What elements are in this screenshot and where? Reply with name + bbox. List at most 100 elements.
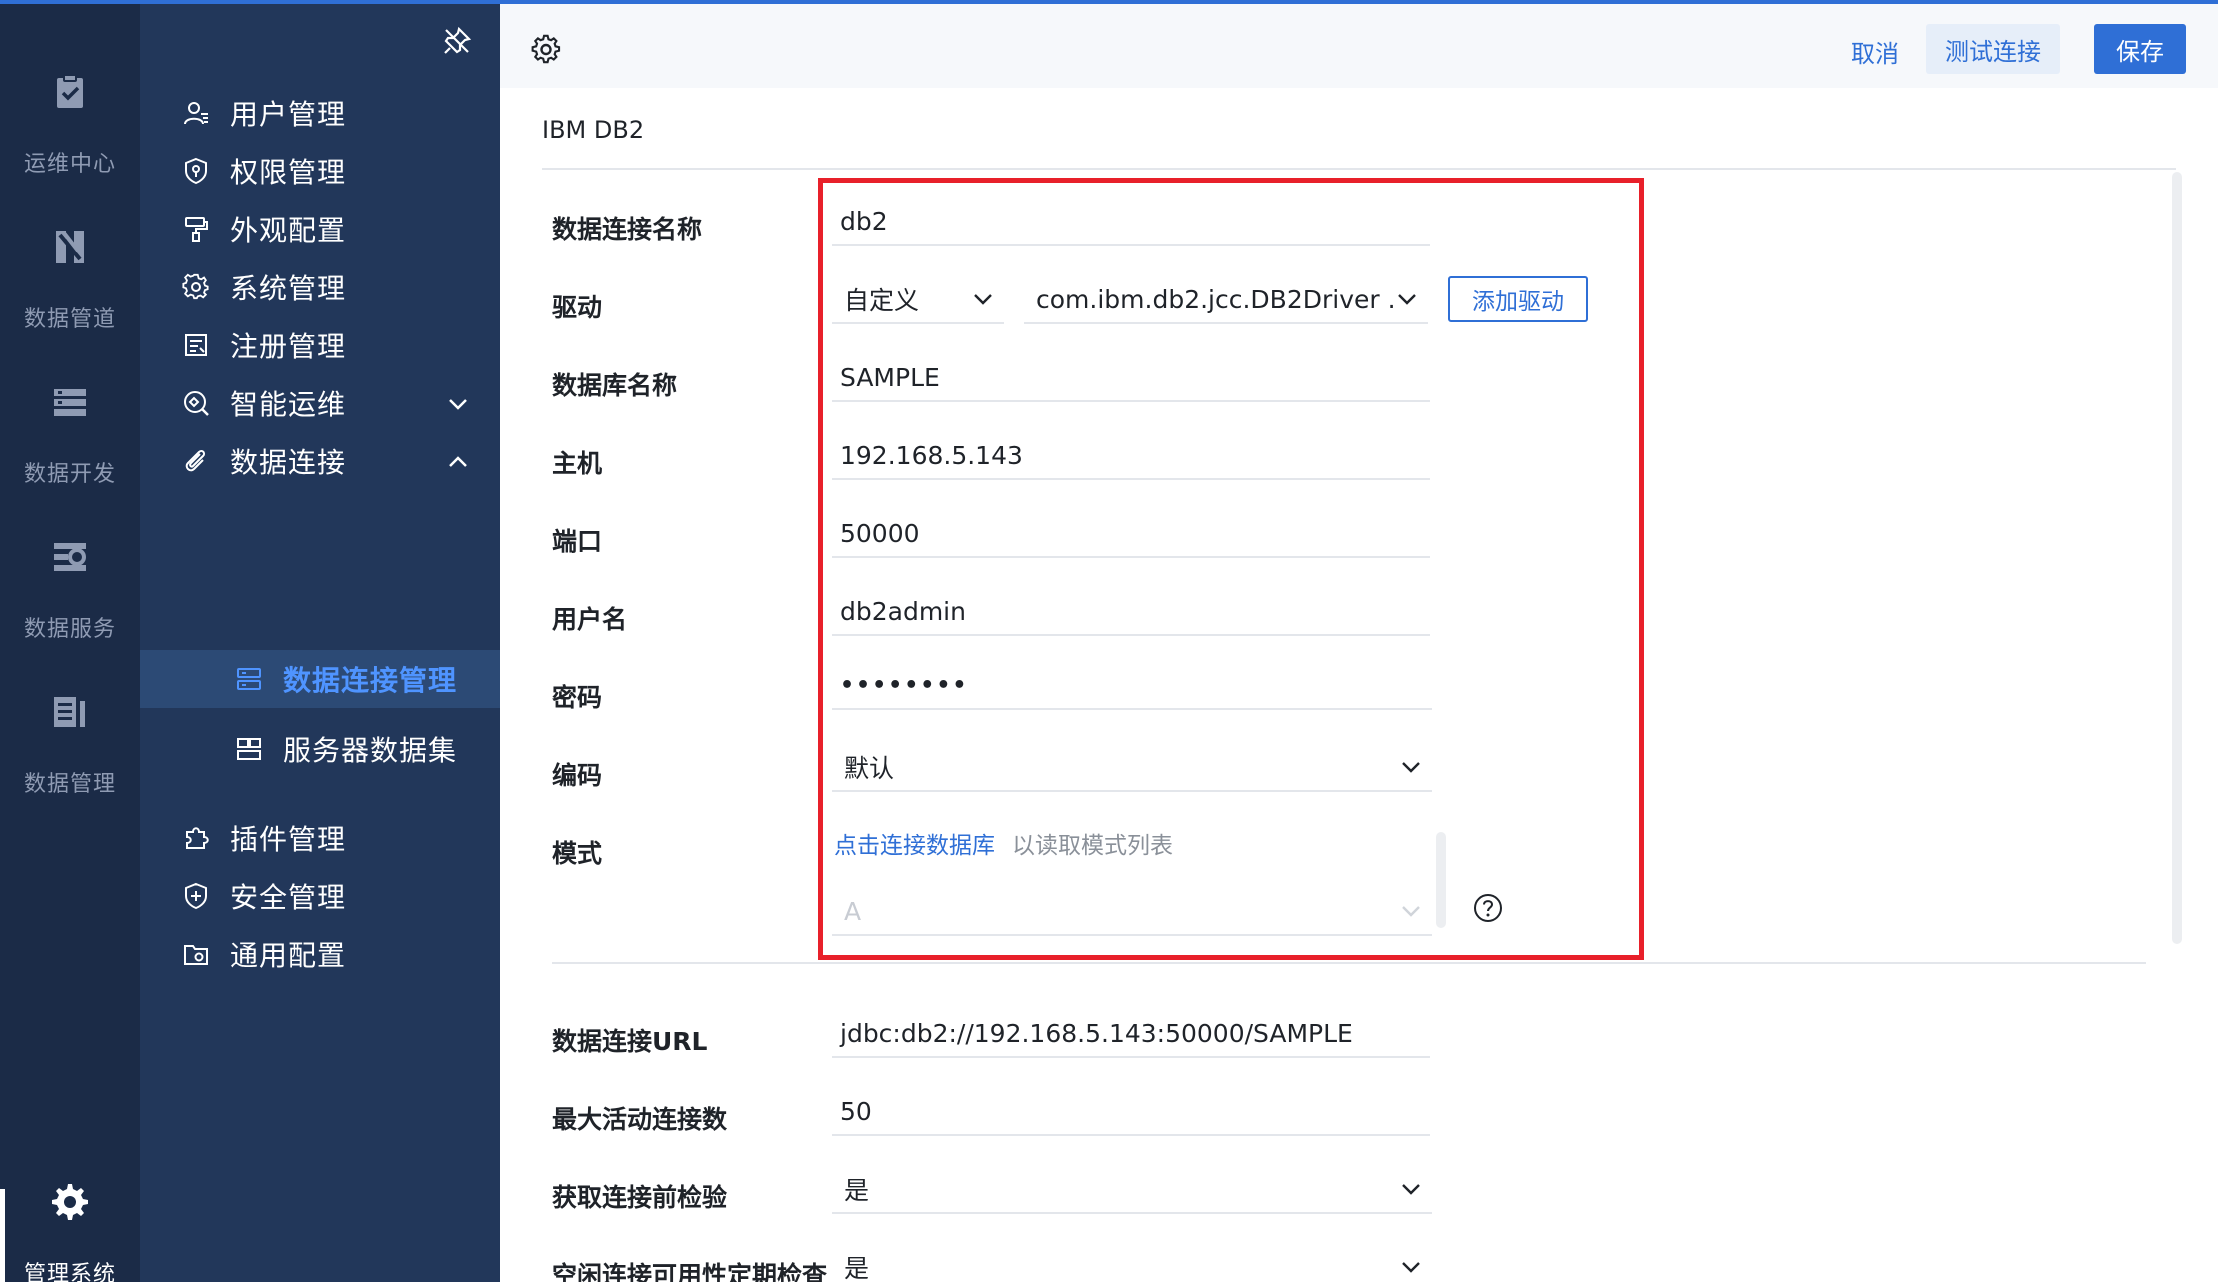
driver-class-select[interactable]: com.ibm.db2.jcc.DB2Driver ...	[1024, 276, 1428, 324]
rail-label: 数据服务	[23, 617, 116, 642]
connection-manage-icon	[237, 668, 261, 690]
register-icon	[185, 334, 207, 356]
encoding-value: 默认	[844, 754, 895, 783]
shield-icon	[185, 882, 207, 910]
rail-item-ops-center[interactable]: 运维中心	[0, 48, 140, 198]
save-button[interactable]: 保存	[2094, 24, 2186, 74]
user-icon	[184, 102, 208, 125]
gear-icon	[182, 273, 209, 300]
chevron-down-icon[interactable]	[446, 392, 470, 416]
sub-item-label: 服务器数据集	[283, 734, 458, 767]
encoding-select[interactable]: 默认	[832, 744, 1432, 792]
sub-item-server-dataset[interactable]: 服务器数据集	[140, 720, 500, 778]
data-manage-icon	[54, 697, 85, 727]
menu-item-label: 智能运维	[230, 388, 347, 421]
max-active-input[interactable]: 50	[832, 1088, 1430, 1136]
chevron-down-icon	[1402, 1262, 1420, 1273]
menu-item-data-connection[interactable]: 数据连接	[140, 426, 500, 496]
toolbar: 取消 测试连接 保存	[500, 4, 2218, 88]
rail-item-data-pipeline[interactable]: 数据管道	[0, 203, 140, 353]
menu-item-label: 插件管理	[230, 823, 347, 856]
puzzle-icon	[186, 827, 209, 849]
settings-icon[interactable]	[530, 34, 562, 66]
help-icon[interactable]	[1472, 892, 1504, 924]
test-connection-button[interactable]: 测试连接	[1926, 24, 2060, 74]
driver-label: 驱动	[552, 293, 603, 322]
menu-item-label: 安全管理	[230, 881, 347, 914]
password-input[interactable]: ••••••••	[832, 662, 1432, 710]
rail-item-data-dev[interactable]: 数据开发	[0, 358, 140, 508]
host-input[interactable]: 192.168.5.143	[832, 432, 1430, 480]
side-menu: 用户管理 权限管理 外观配置 系统管理 注册管理 智能运维 数据连接 数据连接管…	[140, 4, 500, 1282]
menu-item-label: 通用配置	[230, 939, 347, 972]
test-on-borrow-value: 是	[844, 1176, 870, 1205]
chevron-down-icon	[1398, 294, 1416, 305]
data-pipeline-icon	[56, 231, 84, 263]
username-label: 用户名	[552, 605, 628, 634]
permission-icon	[185, 157, 207, 185]
url-input[interactable]: jdbc:db2://192.168.5.143:50000/SAMPLE	[832, 1010, 1430, 1058]
schema-label: 模式	[552, 839, 603, 868]
menu-item-general-config[interactable]: 通用配置	[140, 919, 500, 989]
icon-rail: 运维中心 数据管道 数据开发 数据服务 数据管理 管理系统	[0, 4, 140, 1282]
folder-settings-icon	[184, 945, 208, 965]
port-input[interactable]: 50000	[832, 510, 1430, 558]
main-content: 取消 测试连接 保存 IBM DB2 数据连接名称 驱动 数据库名称 主机 端口…	[500, 4, 2218, 1282]
chevron-down-icon	[1402, 1184, 1420, 1195]
rail-label: 管理系统	[23, 1262, 116, 1282]
username-input[interactable]: db2admin	[832, 588, 1430, 636]
port-label: 端口	[552, 527, 603, 556]
schema-select: A	[832, 888, 1432, 936]
idle-check-label: 空闲连接可用性定期检查	[552, 1261, 828, 1282]
driver-class-value: com.ibm.db2.jcc.DB2Driver ...	[1036, 284, 1394, 314]
add-driver-button[interactable]: 添加驱动	[1448, 276, 1588, 322]
data-dev-icon	[54, 389, 86, 416]
rail-label: 数据管理	[23, 772, 116, 797]
schema-value: A	[844, 896, 862, 926]
rail-item-data-service[interactable]: 数据服务	[0, 513, 140, 663]
clipboard-check-icon	[57, 74, 83, 108]
driver-mode-select[interactable]: 自定义	[832, 276, 1004, 324]
connect-database-link[interactable]: 点击连接数据库	[834, 826, 995, 860]
menu-item-label: 注册管理	[230, 330, 347, 363]
name-label: 数据连接名称	[552, 215, 703, 244]
menu-item-label: 外观配置	[230, 214, 347, 247]
paperclip-icon	[185, 449, 206, 472]
schema-scrollbar[interactable]	[1436, 832, 1446, 928]
database-input[interactable]: SAMPLE	[832, 354, 1430, 402]
paint-roller-icon	[185, 217, 208, 242]
gear-icon	[52, 1184, 88, 1220]
pin-icon[interactable]	[442, 26, 472, 56]
sub-item-data-connection-manage[interactable]: 数据连接管理	[140, 650, 500, 708]
menu-item-label: 数据连接	[230, 446, 347, 479]
name-input[interactable]: db2	[832, 198, 1430, 246]
driver-mode-value: 自定义	[844, 286, 920, 315]
connection-type-title: IBM DB2	[542, 116, 645, 144]
encoding-label: 编码	[552, 761, 603, 790]
cancel-button[interactable]: 取消	[1830, 27, 1920, 75]
data-service-icon	[54, 543, 86, 571]
test-on-borrow-label: 获取连接前检验	[552, 1183, 728, 1212]
test-on-borrow-select[interactable]: 是	[832, 1166, 1432, 1214]
form-scrollbar[interactable]	[2172, 172, 2182, 944]
menu-item-label: 系统管理	[230, 272, 347, 305]
menu-item-label: 用户管理	[230, 98, 347, 131]
idle-check-value: 是	[844, 1254, 870, 1282]
smart-ops-icon	[184, 391, 209, 416]
sub-item-label: 数据连接管理	[283, 664, 458, 697]
rail-item-management-system[interactable]: 管理系统	[0, 1158, 140, 1282]
header-divider	[542, 168, 2176, 170]
schema-hint: 以读取模式列表	[1012, 833, 1173, 859]
chevron-down-icon	[1402, 762, 1420, 773]
rail-item-data-manage[interactable]: 数据管理	[0, 668, 140, 818]
max-active-label: 最大活动连接数	[552, 1105, 728, 1134]
chevron-up-icon[interactable]	[446, 450, 470, 474]
password-label: 密码	[552, 683, 603, 712]
menu-item-label: 权限管理	[230, 156, 347, 189]
idle-check-select[interactable]: 是	[832, 1244, 1432, 1282]
section-divider	[552, 962, 2146, 964]
chevron-down-icon	[1402, 906, 1420, 917]
rail-label: 运维中心	[23, 152, 116, 177]
rail-active-marker	[0, 1189, 5, 1282]
rail-label: 数据管道	[23, 307, 116, 332]
